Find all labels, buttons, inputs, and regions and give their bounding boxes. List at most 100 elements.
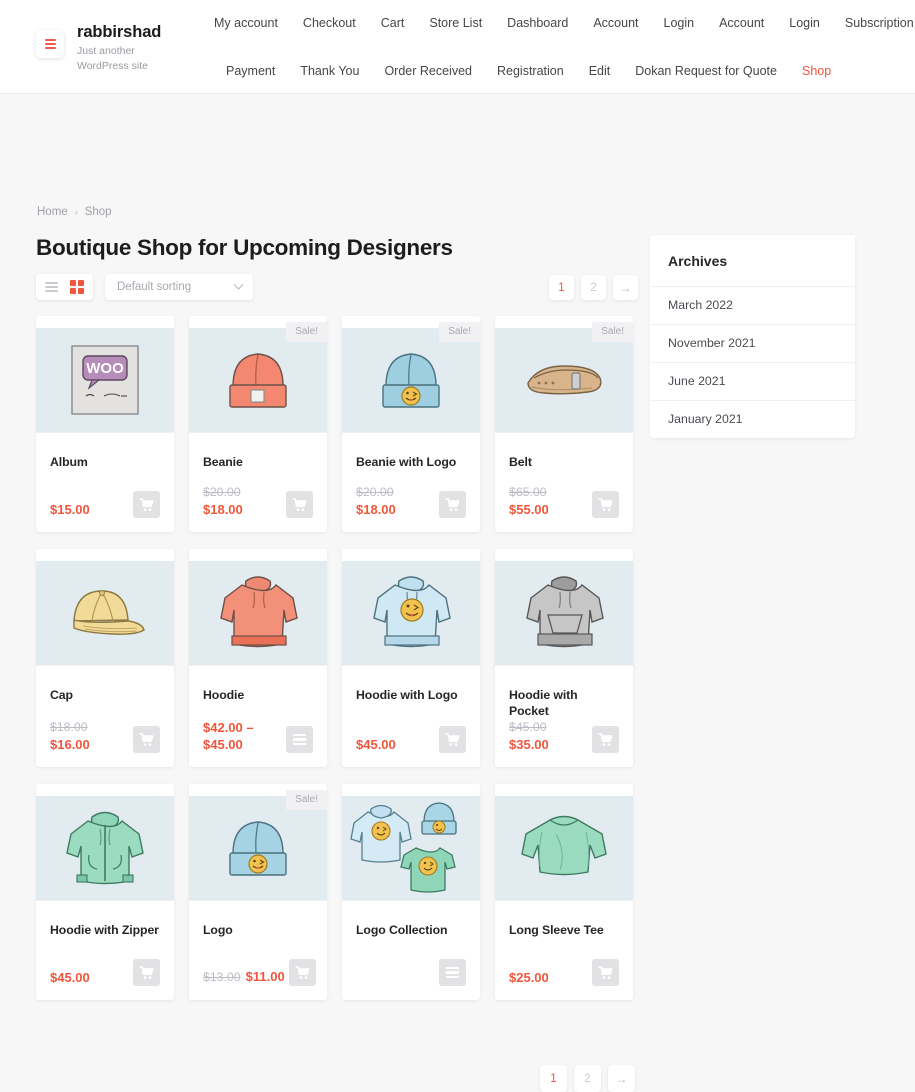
nav-item-account[interactable]: Account: [719, 14, 764, 33]
product-title[interactable]: Hoodie: [203, 687, 313, 703]
product-title[interactable]: Belt: [509, 454, 619, 470]
product-thumbnail[interactable]: [342, 796, 480, 900]
nav-item-registration[interactable]: Registration: [497, 62, 564, 81]
add-to-cart-button[interactable]: [288, 959, 316, 986]
product-title[interactable]: Logo: [203, 922, 313, 938]
product-body: Album $15.00: [36, 432, 174, 532]
product-card[interactable]: Cap $18.00 $16.00: [36, 549, 174, 767]
pagination-top-next-icon[interactable]: →: [613, 275, 638, 300]
nav-item-subscription[interactable]: Subscription: [845, 14, 914, 33]
select-options-button[interactable]: [286, 726, 313, 753]
product-thumbnail[interactable]: [189, 328, 327, 432]
product-thumbnail[interactable]: [189, 796, 327, 900]
archive-link[interactable]: January 2021: [650, 400, 855, 438]
grid-view-icon[interactable]: [70, 280, 84, 294]
product-title[interactable]: Beanie: [203, 454, 313, 470]
pagination-top-page-2[interactable]: 2: [581, 275, 606, 300]
archives-widget-title: Archives: [668, 253, 728, 269]
archive-link[interactable]: November 2021: [650, 324, 855, 362]
product-thumbnail[interactable]: [342, 561, 480, 665]
product-title[interactable]: Beanie with Logo: [356, 454, 466, 470]
pagination-bottom-page-1[interactable]: 1: [540, 1065, 567, 1092]
add-to-cart-button[interactable]: [592, 491, 619, 518]
product-thumbnail[interactable]: WOO: [36, 328, 174, 432]
product-title[interactable]: Hoodie with Zipper: [50, 922, 160, 938]
product-title[interactable]: Hoodie with Pocket: [509, 687, 619, 719]
product-card[interactable]: Sale! Belt $65.00 $55.00: [495, 316, 633, 532]
select-options-button[interactable]: [439, 959, 466, 986]
nav-item-cart[interactable]: Cart: [381, 14, 405, 33]
site-branding[interactable]: rabbirshad Just another WordPress site: [36, 20, 182, 74]
product-footer: $45.00 $35.00: [509, 719, 619, 767]
product-card[interactable]: Hoodie with Pocket $45.00 $35.00: [495, 549, 633, 767]
add-to-cart-button[interactable]: [439, 726, 466, 753]
sorting-select[interactable]: Default sorting: [105, 274, 253, 300]
add-to-cart-button[interactable]: [133, 491, 160, 518]
nav-item-order-received[interactable]: Order Received: [384, 62, 472, 81]
product-thumbnail[interactable]: [36, 796, 174, 900]
product-price: $18.00 $16.00: [50, 719, 90, 753]
price-current: $18.00: [356, 502, 396, 517]
product-thumbnail[interactable]: [342, 328, 480, 432]
product-title[interactable]: Album: [50, 454, 160, 470]
add-to-cart-button[interactable]: [286, 491, 313, 518]
pagination-bottom-next-icon[interactable]: →: [608, 1065, 635, 1092]
nav-item-payment[interactable]: Payment: [226, 62, 275, 81]
product-thumbnail[interactable]: [495, 796, 633, 900]
product-title[interactable]: Hoodie with Logo: [356, 687, 466, 703]
product-card[interactable]: Long Sleeve Tee $25.00: [495, 784, 633, 1000]
nav-item-store-list[interactable]: Store List: [429, 14, 482, 33]
pagination-top-page-1[interactable]: 1: [549, 275, 574, 300]
nav-item-my-account[interactable]: My account: [214, 14, 278, 33]
product-footer: $45.00: [50, 959, 160, 1000]
product-card[interactable]: Hoodie $42.00 – $45.00: [189, 549, 327, 767]
archive-link[interactable]: March 2022: [650, 286, 855, 324]
product-card[interactable]: Logo Collection: [342, 784, 480, 1000]
product-title[interactable]: Logo Collection: [356, 922, 466, 938]
product-thumbnail[interactable]: [36, 561, 174, 665]
nav-item-login[interactable]: Login: [664, 14, 695, 33]
breadcrumb-item-home[interactable]: Home: [37, 206, 68, 218]
product-title[interactable]: Cap: [50, 687, 160, 703]
nav-item-dashboard[interactable]: Dashboard: [507, 14, 568, 33]
archive-link[interactable]: June 2021: [650, 362, 855, 400]
product-body: Long Sleeve Tee $25.00: [495, 900, 633, 1000]
product-thumbnail[interactable]: [495, 561, 633, 665]
nav-item-login[interactable]: Login: [789, 14, 820, 33]
nav-item-shop[interactable]: Shop: [802, 62, 831, 81]
price-original: $45.00: [509, 720, 547, 734]
add-to-cart-button[interactable]: [592, 959, 619, 986]
product-card[interactable]: Hoodie with Zipper $45.00: [36, 784, 174, 1000]
list-view-icon[interactable]: [45, 281, 58, 293]
product-card[interactable]: Sale! Beanie with Logo $20.00 $18.00: [342, 316, 480, 532]
add-to-cart-button[interactable]: [592, 726, 619, 753]
nav-item-edit[interactable]: Edit: [589, 62, 611, 81]
product-title[interactable]: Long Sleeve Tee: [509, 922, 619, 938]
select-options-icon: [293, 733, 306, 746]
product-card[interactable]: Hoodie with Logo $45.00: [342, 549, 480, 767]
nav-item-checkout[interactable]: Checkout: [303, 14, 356, 33]
chevron-down-icon: [233, 279, 244, 290]
cart-icon: [445, 732, 460, 746]
nav-item-account[interactable]: Account: [593, 14, 638, 33]
nav-item-dokan-request-for-quote[interactable]: Dokan Request for Quote: [635, 62, 777, 81]
product-card[interactable]: Sale! Logo $13.00 $11.00: [189, 784, 327, 1000]
product-price: $45.00 $35.00: [509, 719, 549, 753]
product-card[interactable]: WOO Album $15.00: [36, 316, 174, 532]
sale-badge: Sale!: [286, 322, 327, 342]
add-to-cart-button[interactable]: [133, 726, 160, 753]
price-current: $35.00: [509, 737, 549, 752]
price-current: $15.00: [50, 502, 90, 517]
add-to-cart-button[interactable]: [439, 491, 466, 518]
site-title[interactable]: rabbirshad: [77, 22, 182, 42]
breadcrumb-item-shop[interactable]: Shop: [85, 206, 112, 218]
nav-item-thank-you[interactable]: Thank You: [300, 62, 359, 81]
product-body: Beanie $20.00 $18.00: [189, 432, 327, 532]
pagination-bottom-page-2[interactable]: 2: [574, 1065, 601, 1092]
product-thumbnail[interactable]: [495, 328, 633, 432]
hamburger-logo-icon: [36, 30, 64, 58]
product-footer: $15.00: [50, 491, 160, 532]
add-to-cart-button[interactable]: [133, 959, 160, 986]
product-card[interactable]: Sale! Beanie $20.00 $18.00: [189, 316, 327, 532]
product-thumbnail[interactable]: [189, 561, 327, 665]
